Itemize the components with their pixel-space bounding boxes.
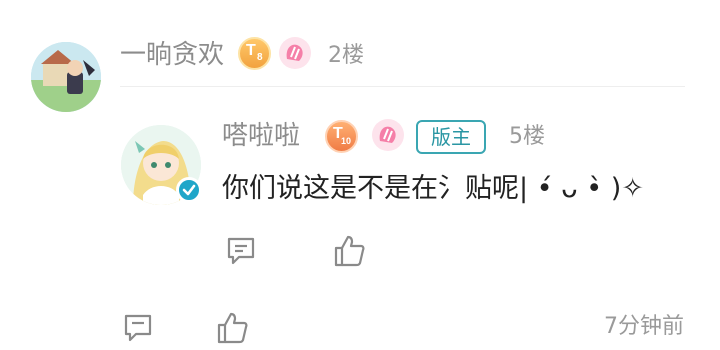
username[interactable]: 一晌贪欢 bbox=[120, 38, 224, 72]
level-badge: T 8 bbox=[238, 37, 271, 70]
fan-badge-icon bbox=[277, 35, 313, 71]
fan-badge-icon bbox=[370, 117, 406, 153]
username[interactable]: 嗒啦啦 bbox=[222, 118, 300, 154]
post-time: 7分钟前 bbox=[604, 314, 684, 339]
comment-icon[interactable] bbox=[223, 233, 259, 269]
floor-number: 2楼 bbox=[328, 43, 364, 68]
thumbs-up-icon[interactable] bbox=[215, 310, 251, 346]
moderator-badge: 版主 bbox=[416, 120, 486, 154]
reply-content: 你们说这是不是在氵贴呢| •́ ᴗ •̀ )✧ bbox=[222, 173, 644, 204]
level-badge: T 10 bbox=[325, 120, 358, 153]
thumbs-up-icon[interactable] bbox=[332, 233, 368, 269]
verified-check-icon bbox=[176, 177, 202, 203]
floor-number: 5楼 bbox=[509, 124, 545, 149]
comment-icon[interactable] bbox=[120, 310, 156, 346]
avatar[interactable] bbox=[31, 42, 101, 112]
divider bbox=[120, 86, 685, 87]
